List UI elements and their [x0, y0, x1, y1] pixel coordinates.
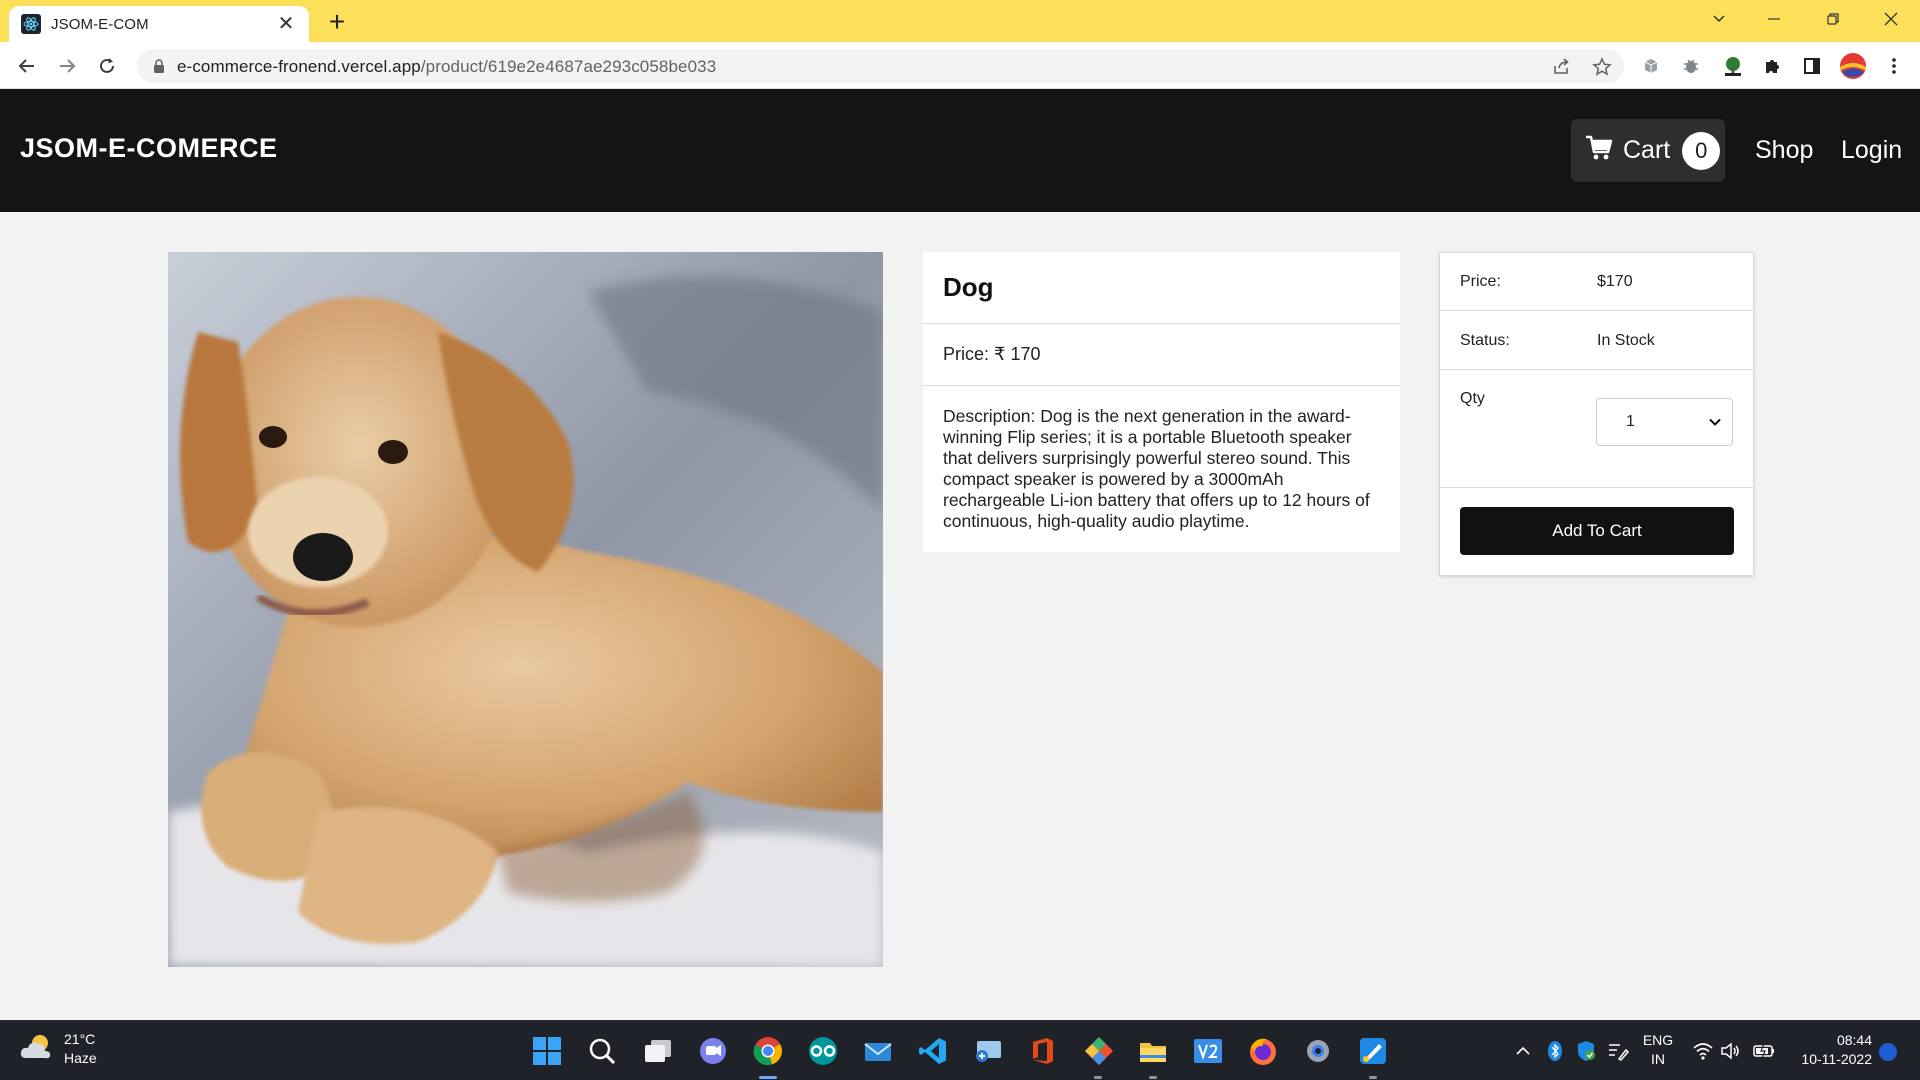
office-icon[interactable]	[1027, 1035, 1059, 1067]
cart-count-badge: 0	[1682, 131, 1721, 170]
clock[interactable]: 08:44 10-11-2022	[1792, 1031, 1872, 1069]
task-view-icon[interactable]	[642, 1035, 674, 1067]
security-shield-icon[interactable]	[1574, 1039, 1598, 1063]
forward-arrow-icon[interactable]	[51, 50, 83, 82]
share-icon[interactable]	[1552, 57, 1572, 77]
extensions-puzzle-icon[interactable]	[1762, 56, 1782, 76]
git-icon[interactable]	[1083, 1035, 1115, 1067]
login-link[interactable]: Login	[1841, 136, 1902, 165]
windows-taskbar: 21°C Haze ENG IN 08:44 10-11-2022	[0, 1020, 1920, 1080]
qty-select[interactable]: 1	[1596, 398, 1733, 446]
file-explorer-icon[interactable]	[1137, 1035, 1169, 1067]
extension-cube-icon[interactable]	[1641, 56, 1661, 76]
cloudy-weather-icon	[20, 1032, 54, 1067]
chrome-menu-icon[interactable]	[1884, 56, 1904, 76]
vscode-icon[interactable]	[917, 1035, 949, 1067]
browser-tabstrip: JSOM-E-COM ✕ +	[0, 0, 1920, 42]
price-value: $170	[1597, 273, 1633, 290]
react-favicon-icon	[21, 14, 41, 34]
status-value: In Stock	[1597, 332, 1655, 349]
tab-close-icon[interactable]: ✕	[275, 13, 297, 35]
app-indicator	[1369, 1076, 1377, 1079]
lock-icon[interactable]	[153, 59, 165, 79]
new-tab-button[interactable]: +	[322, 7, 352, 37]
vs-studio-icon[interactable]	[1192, 1035, 1224, 1067]
chevron-down-icon	[1708, 415, 1722, 434]
active-app-indicator	[759, 1076, 777, 1079]
product-image	[168, 252, 883, 967]
region-code: IN	[1651, 1051, 1665, 1067]
clock-date: 10-11-2022	[1801, 1051, 1872, 1067]
language-indicator[interactable]: ENG IN	[1641, 1031, 1675, 1069]
close-window-button[interactable]	[1868, 4, 1914, 34]
url-text[interactable]: e-commerce-fronend.vercel.app/product/61…	[177, 57, 716, 77]
app-indicator	[1094, 1076, 1102, 1079]
browser-tab[interactable]: JSOM-E-COM ✕	[9, 6, 309, 42]
qty-value: 1	[1626, 413, 1635, 430]
windows-start-icon[interactable]	[531, 1035, 563, 1067]
address-bar[interactable]: e-commerce-fronend.vercel.app/product/61…	[137, 49, 1624, 83]
product-description: Description: Dog is the next generation …	[943, 406, 1370, 531]
shop-link[interactable]: Shop	[1755, 136, 1813, 165]
product-title: Dog	[923, 252, 1400, 324]
wifi-icon[interactable]	[1692, 1040, 1714, 1062]
remote-desktop-icon[interactable]	[972, 1035, 1004, 1067]
price-label: Price:	[1460, 273, 1501, 290]
brand-logo-link[interactable]: JSOM-E-COMERCE	[20, 133, 278, 164]
status-row: Status: In Stock	[1440, 311, 1753, 370]
product-details-card: Dog Price: ₹ 170 Description: Dog is the…	[923, 252, 1400, 552]
bug-extension-icon[interactable]	[1681, 56, 1701, 76]
bookmark-star-icon[interactable]	[1592, 57, 1612, 77]
tab-search-icon[interactable]	[1696, 4, 1742, 34]
minimize-button[interactable]	[1751, 4, 1797, 34]
paint-app-icon[interactable]	[1357, 1035, 1389, 1067]
pen-menu-icon[interactable]	[1606, 1039, 1630, 1063]
reload-icon[interactable]	[91, 50, 123, 82]
volume-icon[interactable]	[1719, 1040, 1741, 1062]
purchase-box: Price: $170 Status: In Stock Qty 1 Add T…	[1439, 252, 1754, 576]
url-path: /product/619e2e4687ae293c058be033	[420, 57, 717, 76]
product-price: Price: ₹ 170	[923, 324, 1400, 386]
chrome-icon[interactable]	[752, 1035, 784, 1067]
mail-icon[interactable]	[862, 1035, 894, 1067]
teams-chat-icon[interactable]	[697, 1035, 729, 1067]
language-code: ENG	[1642, 1032, 1674, 1048]
firefox-icon[interactable]	[1247, 1035, 1279, 1067]
add-to-cart-button[interactable]: Add To Cart	[1460, 507, 1734, 555]
price-row: Price: $170	[1440, 253, 1753, 311]
clock-time: 08:44	[1836, 1032, 1872, 1048]
tab-title: JSOM-E-COM	[51, 15, 149, 33]
weather-text: Haze	[64, 1050, 97, 1066]
shopping-cart-icon	[1585, 135, 1613, 166]
temperature-text: 21°C	[64, 1031, 96, 1047]
cart-label: Cart	[1623, 136, 1671, 164]
notification-icon[interactable]	[1877, 1041, 1899, 1063]
back-arrow-icon[interactable]	[11, 50, 43, 82]
browser-toolbar: e-commerce-fronend.vercel.app/product/61…	[0, 42, 1920, 89]
weather-widget[interactable]: 21°C Haze	[20, 1030, 97, 1068]
cart-button[interactable]: Cart 0	[1571, 119, 1725, 182]
app-indicator	[1149, 1076, 1157, 1079]
bluetooth-icon[interactable]	[1545, 1039, 1565, 1063]
battery-icon[interactable]	[1752, 1040, 1776, 1062]
restore-button[interactable]	[1810, 4, 1856, 34]
status-label: Status:	[1460, 332, 1510, 349]
chevron-up-icon[interactable]	[1513, 1041, 1533, 1061]
side-panel-icon[interactable]	[1802, 56, 1822, 76]
settings-gear-icon[interactable]	[1302, 1035, 1334, 1067]
site-navbar: JSOM-E-COMERCE Cart 0 Shop Login	[0, 89, 1920, 212]
profile-avatar[interactable]	[1840, 53, 1866, 79]
search-icon[interactable]	[586, 1035, 618, 1067]
url-domain: e-commerce-fronend.vercel.app	[177, 57, 421, 76]
tree-extension-icon[interactable]	[1722, 56, 1742, 76]
qty-label: Qty	[1460, 390, 1485, 407]
arduino-icon[interactable]	[807, 1035, 839, 1067]
